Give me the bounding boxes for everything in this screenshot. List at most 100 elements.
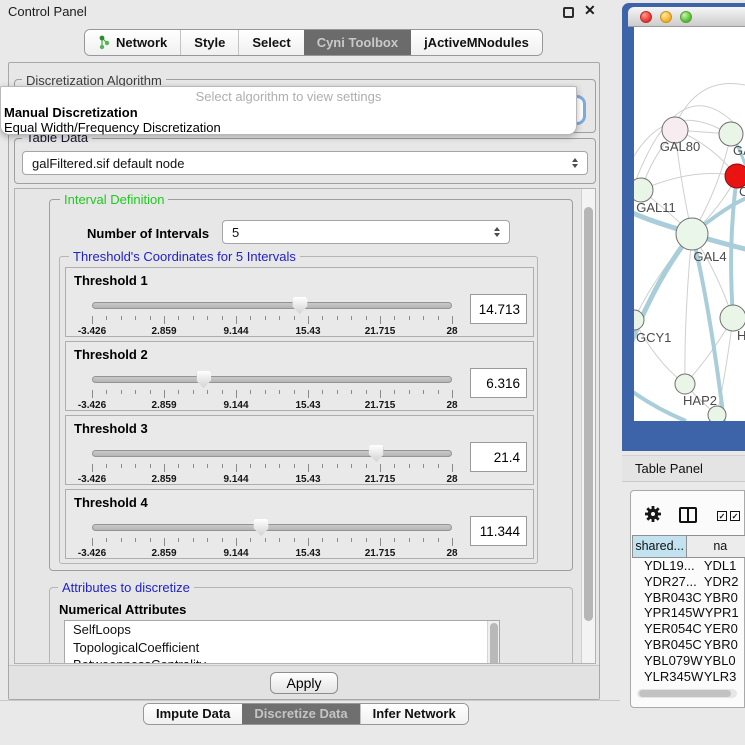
dropdown-placeholder-option[interactable]: Select algorithm to view settings [1, 89, 576, 105]
vertical-scrollbar-thumb[interactable] [584, 207, 593, 621]
horizontal-scrollbar-thumb[interactable] [639, 690, 731, 697]
table-row[interactable]: YIL052CYIL0 [632, 684, 745, 686]
table-cell[interactable]: YER054C [632, 621, 704, 637]
tick [380, 316, 381, 324]
tick-label: 2.859 [151, 474, 176, 485]
table-cell[interactable]: YIL052C [632, 684, 704, 686]
horizontal-scrollbar[interactable] [637, 689, 737, 698]
table-cell[interactable]: YDR27... [632, 574, 704, 590]
list-scrollbar-thumb[interactable] [490, 623, 498, 664]
table-cell[interactable]: YBL079W [632, 653, 704, 669]
slider-tick-labels: -3.4262.8599.14415.4321.71528 [92, 548, 452, 559]
stepper-arrows-icon[interactable] [494, 227, 500, 237]
dropdown-option-manual-discretization[interactable]: Manual Discretization [1, 105, 576, 120]
network-window-titlebar[interactable] [628, 7, 745, 27]
node-label: H [737, 328, 745, 343]
gear-icon[interactable] [644, 505, 662, 523]
table-cell[interactable]: YDR2 [704, 574, 745, 590]
table-cell[interactable]: YIL0 [704, 684, 745, 686]
attribute-list-item[interactable]: TopologicalCoefficient [65, 639, 499, 657]
attribute-items: SelfLoopsTopologicalCoefficientBetweenne… [65, 621, 499, 664]
threshold-value-box[interactable]: 11.344 [470, 516, 527, 546]
tick [308, 464, 309, 472]
slider-track[interactable] [92, 376, 452, 383]
attribute-list-item[interactable]: SelfLoops [65, 621, 499, 639]
network-canvas[interactable]: GAL80GACGAL11GAL4GCY1HHAP2 [634, 27, 745, 421]
network-node[interactable] [675, 374, 695, 394]
slider-track[interactable] [92, 450, 452, 457]
table-cell[interactable]: YPR145W [632, 605, 705, 621]
close-icon[interactable]: ✕ [584, 2, 596, 19]
table-cell[interactable]: YBR043C [632, 590, 704, 606]
list-scrollbar[interactable] [487, 621, 499, 664]
minimize-traffic-light-icon[interactable] [660, 11, 672, 23]
tick [222, 316, 223, 320]
table-cell[interactable]: YLR345W [632, 669, 704, 685]
table-cell[interactable]: YBR045C [632, 637, 704, 653]
tick [92, 538, 93, 546]
network-node[interactable] [634, 178, 653, 202]
column-header-shared-name[interactable]: shared... [632, 535, 687, 558]
threshold-value-box[interactable]: 6.316 [470, 368, 527, 398]
columns-icon[interactable] [679, 507, 697, 523]
tab-select[interactable]: Select [238, 30, 303, 55]
stepper-arrows-icon[interactable] [572, 158, 578, 168]
network-node[interactable] [676, 218, 708, 250]
zoom-traffic-light-icon[interactable] [680, 11, 692, 23]
float-window-icon[interactable] [563, 7, 574, 18]
threshold-slider[interactable]: -3.4262.8599.14415.4321.71528 [92, 370, 452, 410]
checkbox-icon[interactable]: ✓ [730, 511, 740, 521]
slider-track[interactable] [92, 524, 452, 531]
table-cell[interactable]: YER0 [704, 621, 745, 637]
table-row[interactable]: YBR045CYBR0 [632, 637, 745, 653]
tick [106, 316, 107, 320]
table-window: ✓ ✓ shared... na YDL19...YDL1YDR27...YDR… [630, 490, 745, 708]
threshold-slider[interactable]: -3.4262.8599.14415.4321.71528 [92, 518, 452, 558]
thresholds-group-title: Threshold's Coordinates for 5 Intervals [69, 250, 300, 263]
slider-thumb[interactable] [369, 445, 384, 462]
table-cell[interactable]: YBL0 [704, 653, 745, 669]
table-row[interactable]: YER054CYER0 [632, 621, 745, 637]
table-data-combobox[interactable]: galFiltered.sif default node [22, 151, 588, 175]
tab-impute-data[interactable]: Impute Data [144, 704, 242, 724]
tab-discretize-data[interactable]: Discretize Data [242, 704, 359, 724]
close-traffic-light-icon[interactable] [640, 11, 652, 23]
tab-style[interactable]: Style [180, 30, 238, 55]
network-node[interactable] [708, 406, 726, 421]
slider-thumb[interactable] [292, 297, 307, 314]
vertical-scrollbar[interactable] [581, 189, 595, 663]
tab-jactivemnodules[interactable]: jActiveMNodules [411, 30, 542, 55]
slider-thumb[interactable] [254, 519, 269, 536]
bottom-tab-bar: Impute Data Discretize Data Infer Networ… [143, 703, 469, 725]
threshold-value-box[interactable]: 21.4 [470, 442, 527, 472]
table-row[interactable]: YDR27...YDR2 [632, 574, 745, 590]
tick [294, 464, 295, 468]
apply-button[interactable]: Apply [270, 672, 338, 694]
table-cell[interactable]: YBR0 [704, 590, 745, 606]
slider-track[interactable] [92, 302, 452, 309]
numerical-attributes-list[interactable]: SelfLoopsTopologicalCoefficientBetweenne… [64, 620, 500, 664]
column-header-name[interactable]: na [687, 535, 745, 558]
tick [150, 538, 151, 542]
table-row[interactable]: YPR145WYPR1 [632, 605, 745, 621]
table-cell[interactable]: YDL1 [704, 558, 745, 574]
table-row[interactable]: YLR345WYLR3 [632, 669, 745, 685]
tab-cyni-toolbox[interactable]: Cyni Toolbox [304, 30, 411, 55]
table-cell[interactable]: YLR3 [704, 669, 745, 685]
table-cell[interactable]: YBR0 [704, 637, 745, 653]
table-cell[interactable]: YPR1 [705, 605, 745, 621]
checkbox-icon[interactable]: ✓ [717, 511, 727, 521]
number-of-intervals-combobox[interactable]: 5 [222, 220, 510, 244]
table-cell[interactable]: YDL19... [632, 558, 704, 574]
attribute-list-item[interactable]: BetweennessCentrality [65, 656, 499, 664]
tab-infer-network[interactable]: Infer Network [360, 704, 468, 724]
dropdown-option-equal-width[interactable]: Equal Width/Frequency Discretization [1, 120, 576, 135]
table-row[interactable]: YBL079WYBL0 [632, 653, 745, 669]
threshold-slider[interactable]: -3.4262.8599.14415.4321.71528 [92, 296, 452, 336]
threshold-value-box[interactable]: 14.713 [470, 294, 527, 324]
table-row[interactable]: YDL19...YDL1 [632, 558, 745, 574]
threshold-slider[interactable]: -3.4262.8599.14415.4321.71528 [92, 444, 452, 484]
tab-network[interactable]: Network [85, 30, 180, 55]
table-row[interactable]: YBR043CYBR0 [632, 590, 745, 606]
slider-thumb[interactable] [196, 371, 211, 388]
